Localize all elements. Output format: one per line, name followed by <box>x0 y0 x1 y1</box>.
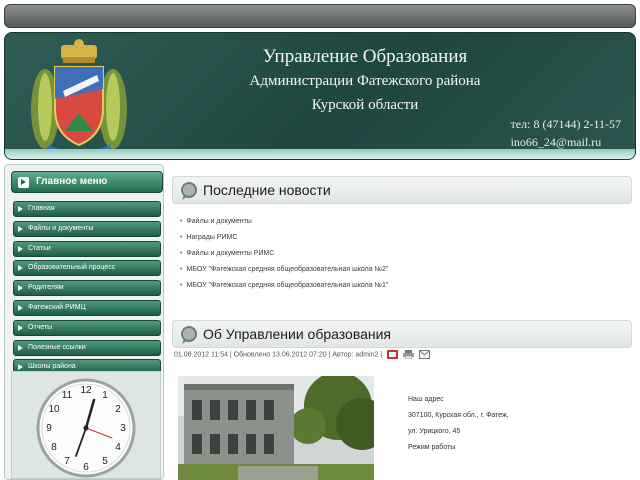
about-section-header: Об Управлении образования <box>172 320 632 348</box>
svg-text:1: 1 <box>102 390 108 401</box>
sidebar: Главное меню Главная Файлы и документы С… <box>4 164 164 480</box>
email-icon[interactable] <box>418 350 430 359</box>
main-content: Последние новости • Файлы и документы • На… <box>168 164 636 480</box>
article-meta-text: 01.06.2012 11:54 | Обновлено 13.06.2012 … <box>174 351 383 359</box>
contacts: тел: 8 (47144) 2-11-57 ino66_24@mail.ru <box>511 115 621 151</box>
address-line: Режим работы <box>408 444 456 451</box>
menu-item-home[interactable]: Главная <box>13 201 161 217</box>
address-line: Наш адрес <box>408 396 444 403</box>
news-item[interactable]: • Файлы и документы РИМС <box>180 248 620 264</box>
svg-text:8: 8 <box>51 442 57 453</box>
news-list: • Файлы и документы • Награды РИМС • Файлы … <box>180 216 620 296</box>
arrow-right-icon <box>18 177 29 188</box>
title-line-1: Управление Образования <box>262 46 468 67</box>
top-bar <box>4 4 636 28</box>
svg-text:7: 7 <box>64 456 70 467</box>
print-icon[interactable] <box>403 350 415 359</box>
address-line: ул. Урицкого, 45 <box>408 428 461 435</box>
coat-of-arms-icon <box>31 39 127 156</box>
site-header: Управление Образования Администрации Фат… <box>4 32 636 160</box>
svg-text:10: 10 <box>48 404 60 415</box>
site-title: Управление Образования Администрации Фат… <box>185 45 545 117</box>
news-section-header: Последние новости <box>172 176 632 204</box>
svg-text:9: 9 <box>46 423 52 434</box>
news-item[interactable]: • Награды РИМС <box>180 232 620 248</box>
phone-text: тел: 8 (47144) 2-11-57 <box>510 117 621 131</box>
menu-item-education-process[interactable]: Образовательный процесс <box>13 260 161 277</box>
about-title: Об Управлении образования <box>203 326 392 342</box>
menu-item-parents[interactable]: Родителям <box>13 280 161 297</box>
news-item[interactable]: • Файлы и документы <box>180 216 620 232</box>
title-line-3: Курской области <box>311 97 419 113</box>
menu-item-articles[interactable]: Статьи <box>13 240 161 257</box>
svg-text:3: 3 <box>120 423 126 434</box>
menu-item-files[interactable]: Файлы и документы <box>13 220 161 237</box>
svg-text:6: 6 <box>83 462 89 473</box>
pdf-icon[interactable] <box>387 350 399 359</box>
article-meta: 01.06.2012 11:54 | Обновлено 13.06.2012 … <box>174 350 430 359</box>
main-menu-header[interactable]: Главное меню <box>11 171 163 193</box>
clock-widget: 12 1 2 3 4 5 6 7 8 9 10 11 <box>11 371 161 479</box>
address-block: Наш адрес 307100, Курская обл., г. Фатеж… <box>408 392 509 456</box>
svg-text:11: 11 <box>62 390 73 401</box>
main-menu: Главная Файлы и документы Статьи Образов… <box>13 201 161 379</box>
address-line: 307100, Курская обл., г. Фатеж, <box>408 412 509 419</box>
menu-item-links[interactable]: Полезные ссылки <box>13 339 161 356</box>
svg-text:5: 5 <box>102 456 108 467</box>
news-item[interactable]: • МБОУ "Фатежская средняя общеобразовател… <box>180 280 620 296</box>
menu-item-rimc[interactable]: Фатежский РИМЦ <box>13 299 161 316</box>
svg-text:2: 2 <box>115 404 121 415</box>
news-title: Последние новости <box>203 182 331 198</box>
svg-text:4: 4 <box>115 442 121 453</box>
clock-icon: 12 1 2 3 4 5 6 7 8 9 10 11 <box>36 378 136 478</box>
email-link[interactable]: ino66_24@mail.ru <box>511 133 621 151</box>
menu-item-reports[interactable]: Отчеты <box>13 319 161 336</box>
news-item[interactable]: • МБОУ "Фатежская средняя общеобразовател… <box>180 264 620 280</box>
speech-bubble-icon <box>181 326 197 344</box>
main-menu-title: Главное меню <box>36 176 108 187</box>
svg-text:12: 12 <box>80 385 92 396</box>
building-photo <box>178 376 374 480</box>
title-line-2: Администрации Фатежского района <box>249 73 481 89</box>
speech-bubble-icon <box>181 182 197 200</box>
